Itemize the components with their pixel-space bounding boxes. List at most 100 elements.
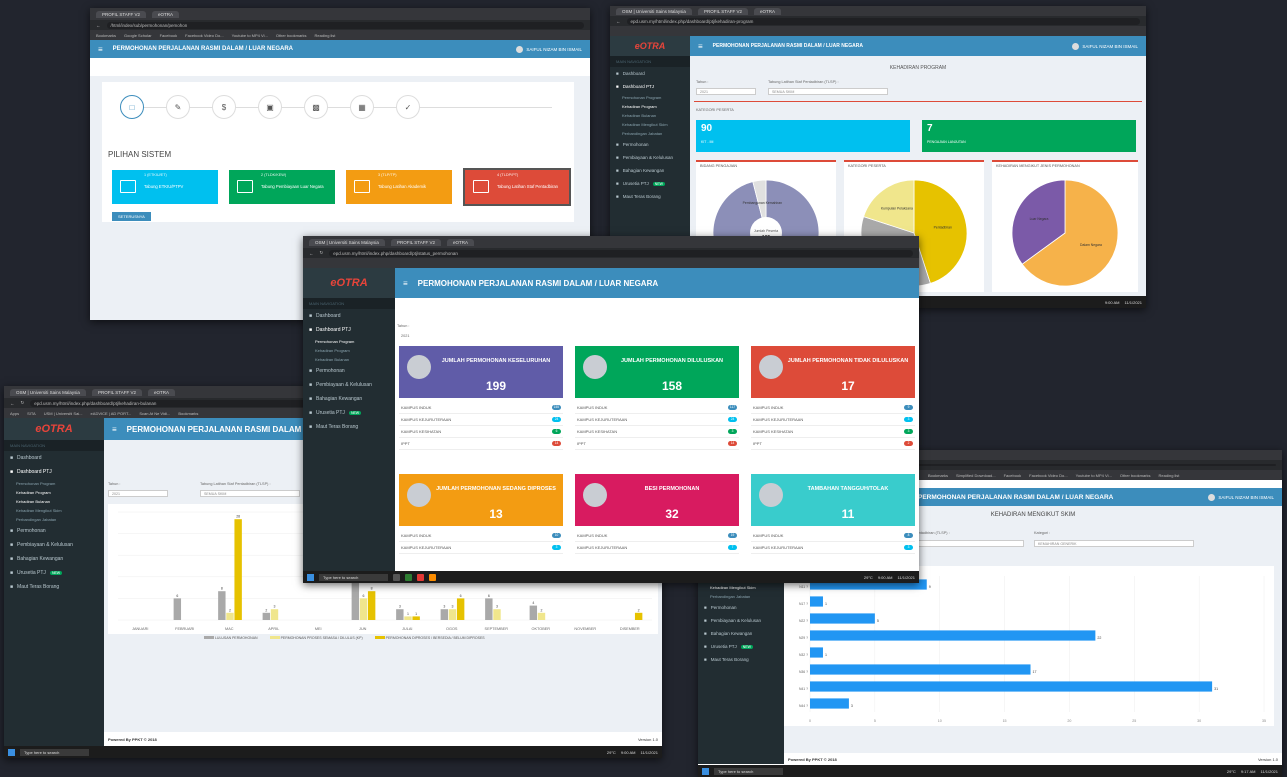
sidebar-item-pembiayaan[interactable]: ■ Pembiayaan & Kelulusan — [303, 378, 395, 392]
list-item[interactable]: KAMPUS KEJURUTERAAN 3 — [751, 414, 915, 426]
sidebar-item-pembiayaan[interactable]: ■ Pembiayaan & Kelulusan — [610, 151, 690, 164]
sidebar-subitem[interactable]: Kehadiran Bulanan — [303, 355, 395, 364]
browser-tab[interactable]: eOTRA — [147, 388, 175, 396]
firefox-icon[interactable] — [429, 573, 437, 581]
bookmark-item[interactable]: Scan At Ne Vidi... — [139, 411, 170, 416]
sidebar-item-pembiayaan[interactable]: ■ Pembiayaan & Kelulusan — [4, 538, 104, 552]
list-item[interactable]: KAMPUS KESIHATAN 6 — [399, 426, 563, 438]
sidebar-item-pembiayaan[interactable]: ■ Pembiayaan & Kelulusan — [698, 614, 784, 627]
tabung-select[interactable]: SEMUA SKIM — [200, 490, 300, 497]
filter-tahun-select[interactable]: 2021 — [696, 88, 756, 95]
reload-icon[interactable]: ↻ — [320, 250, 324, 256]
printer-icon[interactable]: ▩ — [304, 95, 328, 119]
hamburger-menu-icon[interactable]: ≡ — [698, 42, 703, 51]
pen-icon[interactable]: ✎ — [166, 95, 190, 119]
image-icon[interactable]: ▣ — [258, 95, 282, 119]
list-item[interactable]: KAMPUS INDUK 117 — [575, 402, 739, 414]
hamburger-menu-icon[interactable]: ≡ — [112, 425, 117, 434]
bookmark-item[interactable]: Reading list — [1159, 473, 1180, 478]
bookmark-item[interactable]: Facebook Video Do... — [1029, 473, 1067, 478]
bookmark-item[interactable]: USM | Universiti Sai... — [44, 411, 83, 416]
user-menu[interactable]: SAIFUL NIZAM BIN ISMAIL — [516, 45, 582, 53]
system-card-tlp[interactable]: 3 (TLP/TP) Tabung Latihan Akademik — [346, 170, 452, 204]
bookmark-item[interactable]: Youtube to MP4 Vi... — [232, 33, 268, 38]
dollar-icon[interactable]: $ — [212, 95, 236, 119]
list-item[interactable]: KAMPUS INDUK 9 — [751, 402, 915, 414]
system-card-etkiu[interactable]: 1 (ETKIU/ET) Tabung ETKIU/PTPV — [112, 170, 218, 204]
sidebar-subitem[interactable]: Kehadiran Bulanan — [610, 111, 690, 120]
sidebar-item-kewangan[interactable]: ■ Bahagian Kewangan — [610, 164, 690, 177]
sidebar-subitem[interactable]: Kehadiran Bulanan — [4, 497, 104, 506]
bookmark-item[interactable]: Reading list — [315, 33, 336, 38]
sidebar-subitem[interactable]: Kehadiran Mengikut Skim — [698, 583, 784, 592]
bookmark-item[interactable]: SITA — [27, 411, 36, 416]
back-icon[interactable]: ← — [309, 251, 314, 256]
sidebar-item-kewangan[interactable]: ■ Bahagian Kewangan — [698, 627, 784, 640]
sidebar-subitem[interactable]: Kehadiran Program — [4, 488, 104, 497]
system-card-tldp[interactable]: 4 (TLDP/PT) Tabung Latihan Staf Pentadbi… — [463, 168, 571, 206]
address-bar[interactable]: epd.usm.my/html/index.php/dashboard/ptj/… — [626, 17, 1140, 25]
bookmark-item[interactable]: Facebook Video Do... — [185, 33, 223, 38]
filter-tabung-select[interactable]: SEMUA SKIM — [768, 88, 888, 95]
status-card[interactable]: JUMLAH PERMOHONAN KESELURUHAN 199 — [399, 346, 563, 398]
bookmark-item[interactable]: Other bookmarks — [1120, 473, 1151, 478]
list-item[interactable]: KAMPUS KEJURUTERAAN 24 — [399, 414, 563, 426]
sidebar-item-dashboard-ptj[interactable]: ■ Dashboard PTJ — [303, 323, 395, 337]
bookmark-item[interactable]: Other bookmarks — [276, 33, 307, 38]
browser-tab[interactable]: PROFIL STAFF V2 — [96, 10, 147, 18]
sidebar-item-permohonan[interactable]: ■ Permohonan — [610, 138, 690, 151]
list-item[interactable]: KAMPUS INDUK 19 — [575, 530, 739, 542]
sidebar-subitem[interactable]: Permohonan Program — [4, 479, 104, 488]
sidebar-subitem[interactable]: Perbandingan Jabatan — [698, 592, 784, 601]
list-item[interactable]: KAMPUS KEJURUTERAAN 24 — [575, 414, 739, 426]
browser-tab[interactable]: OSM | Universiti Sains Malaysia — [10, 388, 86, 396]
hamburger-menu-icon[interactable]: ≡ — [98, 45, 103, 54]
bookmark-item[interactable]: Facebook — [1004, 473, 1022, 478]
browser-tab[interactable]: PROFIL STAFF V2 — [91, 388, 142, 396]
list-item[interactable]: IPPT 2 — [751, 438, 915, 450]
address-bar[interactable]: epd.usm.my/html/index.php/dashboard/ptj/… — [329, 249, 913, 257]
sidebar-item-urusetia[interactable]: ■ Urusetia PTJ NEW — [698, 640, 784, 653]
browser-tab[interactable]: OSM | Universiti Sains Malaysia — [309, 238, 385, 246]
sidebar-subitem[interactable]: Permohonan Program — [303, 337, 395, 346]
back-icon[interactable]: ← — [96, 23, 101, 28]
windows-start-icon[interactable] — [307, 573, 314, 581]
list-item[interactable]: KAMPUS INDUK 155 — [399, 402, 563, 414]
file-icon[interactable]: □ — [120, 95, 144, 119]
bookmark-item[interactable]: Youtube to MP4 Vi... — [1076, 473, 1112, 478]
taskbar-search[interactable]: Type here to search — [714, 767, 784, 775]
sidebar-subitem[interactable]: Perbandingan Jabatan — [4, 515, 104, 524]
status-card[interactable]: JUMLAH PERMOHONAN SEDANG DIPROSES 13 — [399, 474, 563, 526]
sidebar-item-kewangan[interactable]: ■ Bahagian Kewangan — [4, 552, 104, 566]
sidebar-item-permohonan[interactable]: ■ Permohonan — [303, 364, 395, 378]
sidebar-item-dashboard[interactable]: ■ Dashboard — [4, 451, 104, 465]
address-bar[interactable]: /html/index/sub/permohonan/pemohon — [106, 21, 584, 29]
reload-icon[interactable]: ↻ — [21, 400, 25, 406]
sidebar-item-borang[interactable]: ■ Maut Teras Borang — [303, 420, 395, 434]
taskbar-search[interactable]: Type here to search — [20, 748, 90, 756]
sidebar-item-dashboard-ptj[interactable]: ■ Dashboard PTJ — [4, 465, 104, 479]
sidebar-item-dashboard[interactable]: ■ Dashboard — [610, 67, 690, 80]
sidebar-item-urusetia[interactable]: ■ Urusetia PTJ NEW — [610, 177, 690, 190]
check-icon[interactable]: ✓ — [396, 95, 420, 119]
list-item[interactable]: KAMPUS KEJURUTERAAN 3 — [751, 542, 915, 554]
status-card[interactable]: BESI PERMOHONAN 32 — [575, 474, 739, 526]
list-item[interactable]: KAMPUS INDUK 8 — [751, 530, 915, 542]
sidebar-subitem[interactable]: Kehadiran Program — [303, 346, 395, 355]
sidebar-item-permohonan[interactable]: ■ Permohonan — [4, 524, 104, 538]
taskbar-search[interactable]: Type here to search — [319, 573, 389, 581]
sidebar-item-dashboard[interactable]: ■ Dashboard — [303, 309, 395, 323]
browser-tab[interactable]: PROFIL STAFF V2 — [697, 7, 748, 15]
list-item[interactable]: KAMPUS KEJURUTERAAN 3 — [399, 542, 563, 554]
bookmark-item[interactable]: Bookmarks — [178, 411, 198, 416]
bookmark-item[interactable]: Facebook — [160, 33, 178, 38]
status-card[interactable]: JUMLAH PERMOHONAN TIDAK DILULUSKAN 17 — [751, 346, 915, 398]
browser-tab[interactable]: PROFIL STAFF V2 — [390, 238, 441, 246]
task-view-icon[interactable] — [393, 573, 401, 581]
bookmark-item[interactable]: Google Scholar — [124, 33, 152, 38]
system-card-tldk[interactable]: 2 (TLDK/KEW) Tabung Pembiayaan Luar Nega… — [229, 170, 335, 204]
edge-icon[interactable] — [405, 573, 413, 581]
list-item[interactable]: KAMPUS KESIHATAN 3 — [575, 426, 739, 438]
sidebar-item-urusetia[interactable]: ■ Urusetia PTJ NEW — [303, 406, 395, 420]
user-menu[interactable]: SAIFUL NIZAM BIN ISMAIL — [1072, 42, 1138, 50]
